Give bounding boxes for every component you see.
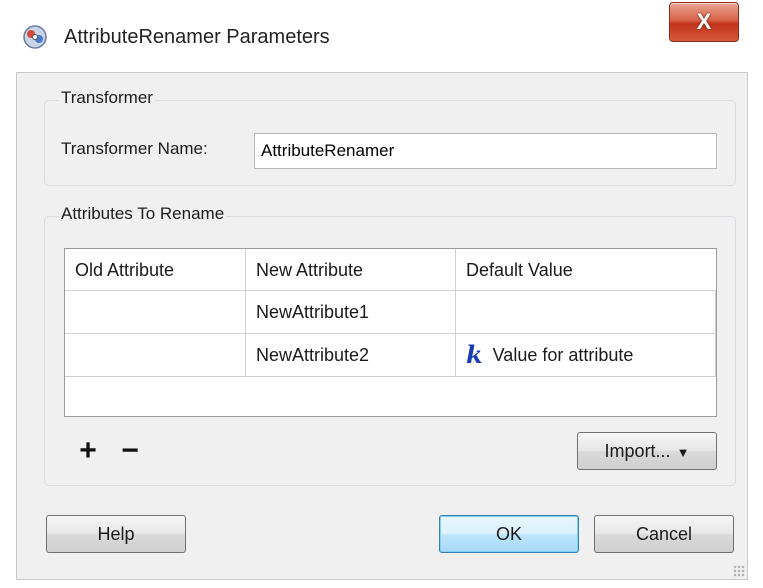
help-button[interactable]: Help [46, 515, 186, 553]
attributes-table[interactable]: Old Attribute New Attribute Default Valu… [64, 248, 717, 417]
transformer-name-input[interactable] [254, 133, 717, 169]
default-value-text: Value for attribute [492, 345, 634, 365]
attributes-group-title: Attributes To Rename [59, 204, 227, 224]
transformer-name-label: Transformer Name: [61, 139, 208, 158]
column-header-new-attribute[interactable]: New Attribute [246, 249, 456, 291]
transformer-group-title: Transformer [59, 88, 155, 108]
column-header-old-attribute[interactable]: Old Attribute [65, 249, 246, 291]
dropdown-arrow-icon: ▼ [676, 445, 690, 460]
table-row[interactable]: NewAttribute2 k Value for attribute [65, 334, 716, 377]
window-title: AttributeRenamer Parameters [64, 26, 330, 48]
old-attribute-cell[interactable] [65, 291, 246, 333]
new-attribute-cell[interactable]: NewAttribute2 [246, 334, 456, 376]
cancel-button[interactable]: Cancel [594, 515, 734, 553]
transformer-group: Transformer Transformer Name: [44, 88, 736, 186]
old-attribute-cell[interactable] [65, 334, 246, 376]
default-value-cell[interactable] [456, 291, 716, 333]
default-value-cell[interactable]: k Value for attribute [456, 334, 716, 376]
ok-button[interactable]: OK [439, 515, 579, 553]
dialog-window: AttributeRenamer Parameters X Transforme… [0, 0, 763, 588]
close-button[interactable]: X [669, 2, 739, 42]
app-icon [23, 25, 47, 49]
import-label: Import... [604, 441, 671, 461]
k-constant-icon: k [466, 340, 483, 369]
resize-grip[interactable] [733, 565, 745, 577]
close-icon: X [696, 9, 712, 34]
dialog-body: Transformer Transformer Name: Attributes… [16, 72, 748, 580]
import-button[interactable]: Import... ▼ [577, 432, 717, 470]
title-bar[interactable]: AttributeRenamer Parameters X [0, 0, 763, 72]
new-attribute-cell[interactable]: NewAttribute1 [246, 291, 456, 333]
remove-row-button[interactable]: − [117, 436, 143, 466]
table-header: Old Attribute New Attribute Default Valu… [65, 249, 716, 291]
attributes-group: Attributes To Rename Old Attribute New A… [44, 204, 736, 486]
add-row-button[interactable]: + [75, 436, 101, 466]
table-row[interactable]: NewAttribute1 [65, 291, 716, 334]
column-header-default-value[interactable]: Default Value [456, 249, 716, 291]
